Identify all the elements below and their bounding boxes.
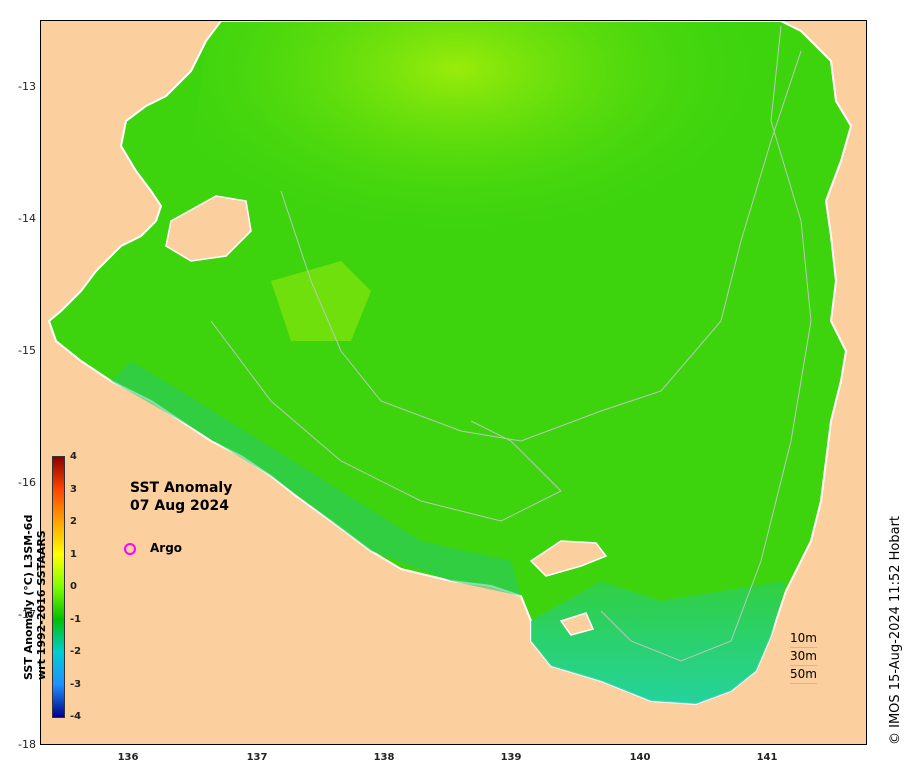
map-panel[interactable] bbox=[40, 20, 867, 745]
x-tick-label: 140 bbox=[629, 752, 651, 763]
colorbar-label: SST Anomaly (°C) L3SM-6d wrt 1992-2016 S… bbox=[22, 515, 48, 680]
x-tick-label: 139 bbox=[500, 752, 522, 763]
x-tick-label: 136 bbox=[117, 752, 139, 763]
depth-contour-legend: 10m 30m 50m bbox=[790, 630, 817, 684]
colorbar-tick: -3 bbox=[70, 679, 82, 690]
y-tick-label: -14 bbox=[18, 212, 36, 225]
colorbar-label-line1: SST Anomaly (°C) L3SM-6d bbox=[22, 514, 35, 680]
x-tick-label: 137 bbox=[246, 752, 268, 763]
colorbar-tick: 2 bbox=[70, 516, 77, 527]
sea-surface-map bbox=[41, 21, 866, 744]
depth-legend-item: 50m bbox=[790, 666, 817, 684]
colorbar-tick: -2 bbox=[70, 646, 82, 657]
colorbar-tick: -4 bbox=[70, 711, 82, 722]
x-tick-label: 138 bbox=[373, 752, 395, 763]
colorbar-tick: 1 bbox=[70, 549, 77, 560]
x-tick-label: 141 bbox=[756, 752, 778, 763]
colorbar-tick: 0 bbox=[70, 581, 77, 592]
colorbar-tick: 4 bbox=[70, 451, 77, 462]
y-tick-label: -13 bbox=[18, 80, 36, 93]
argo-circle-icon bbox=[124, 542, 136, 555]
depth-legend-item: 10m bbox=[790, 630, 817, 648]
map-title: SST Anomaly bbox=[130, 480, 233, 496]
map-date: 07 Aug 2024 bbox=[130, 498, 230, 514]
colorbar-tick: -1 bbox=[70, 614, 82, 625]
y-tick-label: -15 bbox=[18, 344, 36, 357]
depth-legend-item: 30m bbox=[790, 648, 817, 666]
y-tick-label: -16 bbox=[18, 476, 36, 489]
argo-label: Argo bbox=[150, 541, 183, 555]
y-tick-label: -18 bbox=[18, 738, 36, 751]
imos-credit: © IMOS 15-Aug-2024 11:52 Hobart bbox=[888, 515, 903, 745]
argo-legend: Argo bbox=[124, 541, 182, 555]
colorbar-label-line2: wrt 1992-2016 SSTAARS bbox=[35, 530, 48, 680]
map-title-block: SST Anomaly 07 Aug 2024 bbox=[130, 479, 232, 515]
colorbar bbox=[52, 456, 65, 718]
colorbar-tick: 3 bbox=[70, 484, 77, 495]
